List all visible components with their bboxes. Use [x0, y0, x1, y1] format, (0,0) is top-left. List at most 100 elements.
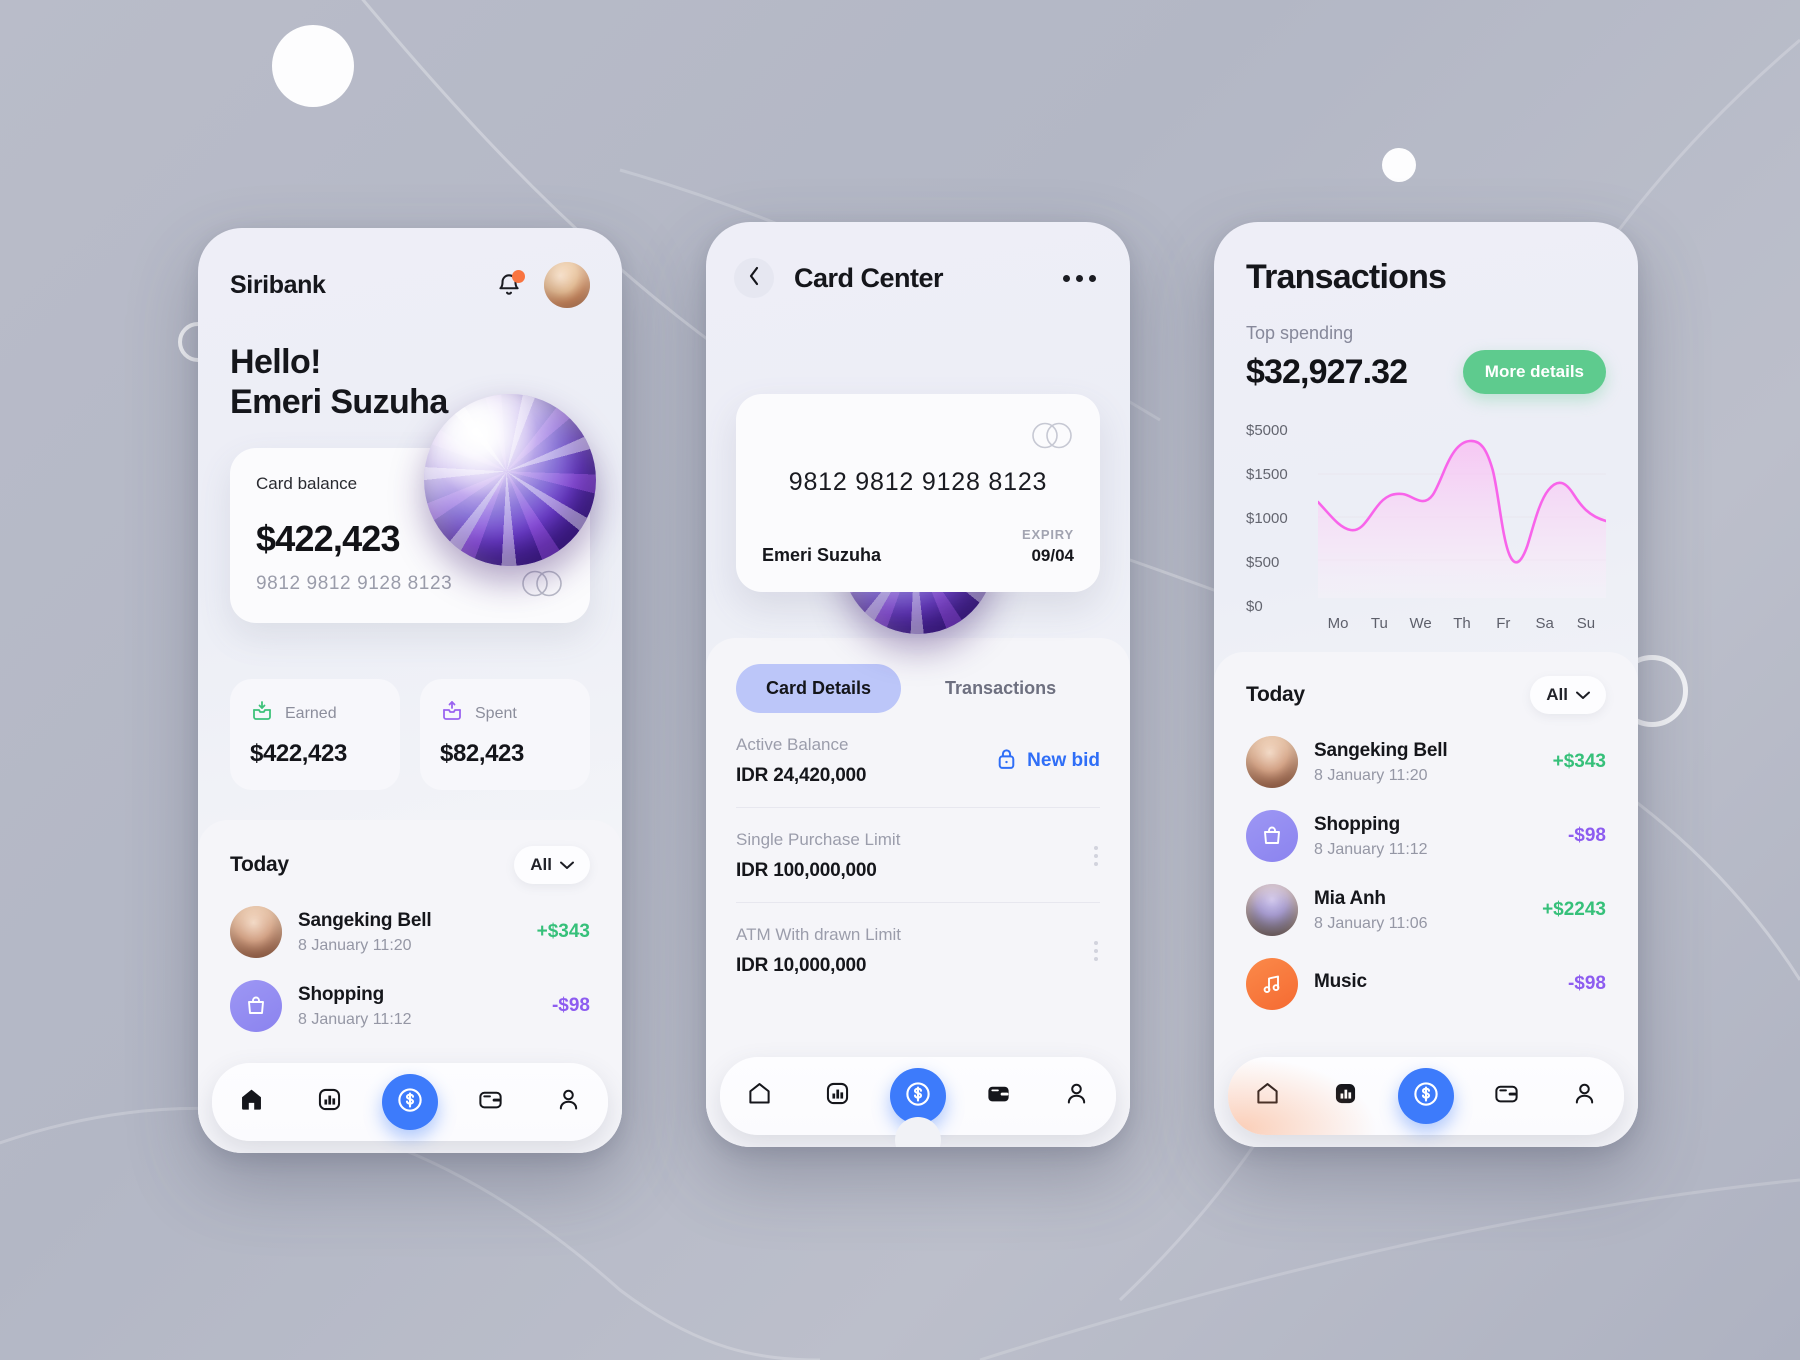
- card-number: 9812 9812 9128 8123: [256, 572, 453, 594]
- table-row[interactable]: Sangeking Bell 8 January 11:20 +$343: [230, 906, 590, 959]
- new-bid-button[interactable]: New bid: [996, 747, 1100, 776]
- wallet-icon: [985, 1080, 1012, 1112]
- home-header-actions: [496, 262, 590, 308]
- more-vertical-icon[interactable]: [1094, 846, 1100, 866]
- transaction-amount: +$343: [1552, 751, 1606, 772]
- transaction-amount: -$98: [551, 995, 590, 1017]
- nav-home-button[interactable]: [225, 1076, 277, 1128]
- more-details-button[interactable]: More details: [1462, 350, 1606, 394]
- nav-chart-button[interactable]: [304, 1076, 356, 1128]
- nav-home-button[interactable]: [733, 1070, 785, 1122]
- stat-earned-value: $422,423: [250, 740, 347, 768]
- nav-home-button[interactable]: [1241, 1070, 1293, 1122]
- nav-wallet-button[interactable]: [972, 1070, 1024, 1122]
- tab-transactions[interactable]: Transactions: [915, 664, 1086, 713]
- detail-value: IDR 24,420,000: [736, 765, 867, 786]
- transaction-name: Shopping: [298, 983, 384, 1005]
- stat-spent-head: Spent: [440, 699, 570, 728]
- y-tick-label: $0: [1246, 598, 1263, 615]
- detail-row-atm-withdrawn-limit[interactable]: ATM With drawn Limit IDR 10,000,000: [736, 903, 1100, 997]
- transaction-name: Music: [1314, 970, 1367, 992]
- transaction-amount: +$2243: [1542, 899, 1606, 920]
- spending-chart: $5000 $1500 $1000 $500 $0 Mo Tu We Th Fr…: [1246, 422, 1606, 634]
- nav-dollar-button[interactable]: [381, 1074, 438, 1130]
- home-icon: [746, 1080, 773, 1112]
- filter-all-label: All: [530, 855, 552, 875]
- nav-wallet-button[interactable]: [1480, 1070, 1532, 1122]
- gradient-orb-graphic: [424, 394, 596, 567]
- avatar: [230, 906, 282, 959]
- nav-wallet-button[interactable]: [464, 1076, 516, 1128]
- person-icon: [555, 1086, 582, 1118]
- detail-row-active-balance[interactable]: Active Balance IDR 24,420,000 New bid: [736, 713, 1100, 808]
- card-balance-card[interactable]: Card balance $422,423 9812 9812 9128 812…: [230, 394, 596, 638]
- phone-screen-home: Siribank Hello! Emeri Suzuha Card balanc…: [198, 228, 622, 1153]
- detail-row-single-purchase-limit[interactable]: Single Purchase Limit IDR 100,000,000: [736, 808, 1100, 903]
- transaction-time: 8 January 11:12: [298, 1010, 412, 1028]
- detail-label: Active Balance: [736, 735, 849, 754]
- list-item[interactable]: Music -$98: [1246, 958, 1606, 1010]
- nav-profile-button[interactable]: [1051, 1070, 1103, 1122]
- nav-profile-button[interactable]: [1559, 1070, 1611, 1122]
- today-title: Today: [1246, 683, 1305, 706]
- table-row[interactable]: Shopping 8 January 11:12 -$98: [230, 980, 590, 1033]
- list-item[interactable]: Sangeking Bell 8 January 11:20 +$343: [1246, 736, 1606, 788]
- transaction-info: Shopping 8 January 11:12: [298, 984, 536, 1029]
- filter-all-dropdown[interactable]: All: [1530, 676, 1606, 714]
- stat-card-spent[interactable]: Spent $82,423: [420, 679, 590, 791]
- x-tick-label: Mo: [1327, 615, 1349, 632]
- list-item[interactable]: Shopping 8 January 11:12 -$98: [1246, 810, 1606, 862]
- card-number: 9812 9812 9128 8123: [788, 468, 1048, 496]
- x-tick-label: Fr: [1496, 615, 1511, 632]
- more-horizontal-icon[interactable]: [1063, 274, 1100, 282]
- transaction-info: Music: [1314, 971, 1552, 998]
- chevron-left-icon: [748, 266, 761, 291]
- filter-all-label: All: [1546, 685, 1568, 704]
- top-spending-row: $32,927.32 More details: [1246, 350, 1606, 394]
- wallet-icon: [477, 1086, 504, 1118]
- card-footer: Emeri Suzuha EXPIRY 09/04: [762, 527, 1074, 566]
- dollar-icon: [395, 1085, 425, 1120]
- filter-all-dropdown[interactable]: All: [514, 846, 590, 885]
- stat-spent-value: $82,423: [440, 740, 524, 768]
- stat-card-earned[interactable]: Earned $422,423: [230, 679, 400, 791]
- transaction-info: Sangeking Bell 8 January 11:20: [298, 910, 521, 955]
- avatar[interactable]: [544, 262, 590, 308]
- transaction-info: Mia Anh 8 January 11:06: [1314, 888, 1526, 933]
- detail-value: IDR 100,000,000: [736, 860, 877, 881]
- card-expiry-value: 09/04: [1031, 546, 1074, 565]
- page-title: Card Center: [794, 262, 944, 293]
- detail-label: Single Purchase Limit: [736, 830, 901, 849]
- nav-dollar-button[interactable]: [1397, 1068, 1454, 1124]
- y-tick-label: $1000: [1246, 510, 1288, 527]
- transaction-time: 8 January 11:20: [298, 936, 412, 954]
- mastercard-circles-icon: [1030, 422, 1074, 454]
- page-title: Transactions: [1246, 258, 1447, 296]
- nav-dollar-button[interactable]: [889, 1068, 946, 1124]
- shopping-bag-icon: [230, 980, 282, 1033]
- music-icon: [1246, 958, 1298, 1010]
- detail-text: ATM With drawn Limit IDR 10,000,000: [736, 925, 901, 977]
- nav-chart-button[interactable]: [1320, 1070, 1372, 1122]
- top-spending-amount: $32,927.32: [1246, 352, 1408, 391]
- card-expiry-label: EXPIRY: [1021, 527, 1074, 542]
- credit-card[interactable]: 9812 9812 9128 8123 Emeri Suzuha EXPIRY …: [736, 394, 1100, 607]
- x-tick-label: Tu: [1370, 615, 1388, 632]
- list-item[interactable]: Mia Anh 8 January 11:06 +$2243: [1246, 884, 1606, 936]
- home-icon: [1254, 1080, 1281, 1112]
- dollar-icon: [903, 1079, 933, 1114]
- transaction-name: Sangeking Bell: [298, 909, 432, 931]
- brand-title: Siribank: [230, 270, 326, 299]
- phone-screen-transactions: Transactions Top spending $32,927.32 Mor…: [1214, 222, 1638, 1147]
- nav-chart-button[interactable]: [812, 1070, 864, 1122]
- tab-card-details[interactable]: Card Details: [736, 664, 902, 713]
- more-vertical-icon[interactable]: [1094, 941, 1100, 961]
- x-tick-label: Sa: [1535, 615, 1554, 632]
- shopping-bag-icon: [1246, 810, 1298, 862]
- notification-bell-icon[interactable]: [496, 270, 525, 299]
- detail-text: Active Balance IDR 24,420,000: [736, 735, 866, 787]
- chart-icon: [316, 1086, 343, 1118]
- nav-profile-button[interactable]: [543, 1076, 595, 1128]
- back-button[interactable]: [734, 258, 774, 298]
- greeting-line-1: Hello!: [230, 343, 321, 381]
